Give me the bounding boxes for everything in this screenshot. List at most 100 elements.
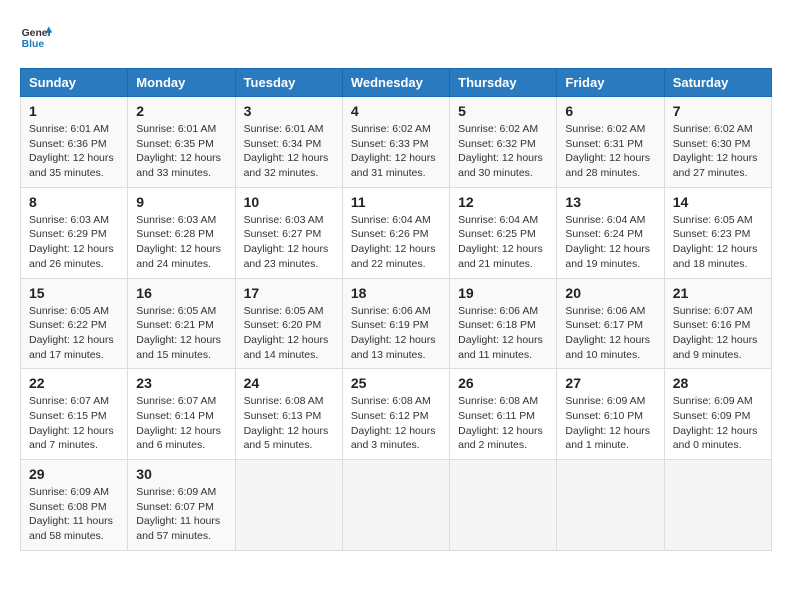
day-number: 3: [244, 103, 334, 119]
calendar-cell: 5 Sunrise: 6:02 AMSunset: 6:32 PMDaylight…: [450, 97, 557, 188]
calendar-week-3: 15 Sunrise: 6:05 AMSunset: 6:22 PMDayligh…: [21, 278, 772, 369]
day-number: 10: [244, 194, 334, 210]
calendar-cell: 3 Sunrise: 6:01 AMSunset: 6:34 PMDaylight…: [235, 97, 342, 188]
day-number: 27: [565, 375, 655, 391]
calendar-cell: 30 Sunrise: 6:09 AMSunset: 6:07 PMDayligh…: [128, 460, 235, 551]
day-detail: Sunrise: 6:01 AMSunset: 6:35 PMDaylight:…: [136, 122, 226, 181]
day-number: 25: [351, 375, 441, 391]
calendar-cell: 16Sunrise: 6:05 AMSunset: 6:21 PMDayligh…: [128, 278, 235, 369]
day-detail: Sunrise: 6:04 AMSunset: 6:26 PMDaylight:…: [351, 213, 441, 272]
col-header-friday: Friday: [557, 69, 664, 97]
day-detail: Sunrise: 6:07 AMSunset: 6:16 PMDaylight:…: [673, 304, 763, 363]
day-detail: Sunrise: 6:08 AMSunset: 6:13 PMDaylight:…: [244, 394, 334, 453]
day-number: 18: [351, 285, 441, 301]
calendar-cell: 10 Sunrise: 6:03 AMSunset: 6:27 PMDayligh…: [235, 187, 342, 278]
day-detail: Sunrise: 6:08 AMSunset: 6:11 PMDaylight:…: [458, 394, 548, 453]
day-number: 14: [673, 194, 763, 210]
calendar-cell: 18 Sunrise: 6:06 AMSunset: 6:19 PMDayligh…: [342, 278, 449, 369]
day-detail: Sunrise: 6:07 AMSunset: 6:14 PMDaylight:…: [136, 394, 226, 453]
day-number: 7: [673, 103, 763, 119]
day-detail: Sunrise: 6:03 AMSunset: 6:28 PMDaylight:…: [136, 213, 226, 272]
calendar-cell: [235, 460, 342, 551]
calendar-cell: 29 Sunrise: 6:09 AMSunset: 6:08 PMDayligh…: [21, 460, 128, 551]
day-detail: Sunrise: 6:03 AMSunset: 6:27 PMDaylight:…: [244, 213, 334, 272]
day-number: 9: [136, 194, 226, 210]
calendar-cell: 26 Sunrise: 6:08 AMSunset: 6:11 PMDayligh…: [450, 369, 557, 460]
svg-text:Blue: Blue: [22, 39, 45, 50]
col-header-saturday: Saturday: [664, 69, 771, 97]
calendar-cell: 17Sunrise: 6:05 AMSunset: 6:20 PMDayligh…: [235, 278, 342, 369]
calendar-cell: 15 Sunrise: 6:05 AMSunset: 6:22 PMDayligh…: [21, 278, 128, 369]
day-detail: Sunrise: 6:02 AMSunset: 6:32 PMDaylight:…: [458, 122, 548, 181]
calendar-cell: 24 Sunrise: 6:08 AMSunset: 6:13 PMDayligh…: [235, 369, 342, 460]
day-detail: Sunrise: 6:05 AMSunset: 6:22 PMDaylight:…: [29, 304, 119, 363]
day-number: 28: [673, 375, 763, 391]
calendar-week-4: 22 Sunrise: 6:07 AMSunset: 6:15 PMDayligh…: [21, 369, 772, 460]
col-header-wednesday: Wednesday: [342, 69, 449, 97]
day-detail: Sunrise: 6:05 AMSunset: 6:23 PMDaylight:…: [673, 213, 763, 272]
calendar-cell: 25 Sunrise: 6:08 AMSunset: 6:12 PMDayligh…: [342, 369, 449, 460]
day-number: 8: [29, 194, 119, 210]
day-number: 26: [458, 375, 548, 391]
calendar-cell: 28 Sunrise: 6:09 AMSunset: 6:09 PMDayligh…: [664, 369, 771, 460]
calendar-week-2: 8Sunrise: 6:03 AMSunset: 6:29 PMDaylight…: [21, 187, 772, 278]
day-detail: Sunrise: 6:02 AMSunset: 6:31 PMDaylight:…: [565, 122, 655, 181]
day-detail: Sunrise: 6:05 AMSunset: 6:20 PMDaylight:…: [244, 304, 334, 363]
day-detail: Sunrise: 6:09 AMSunset: 6:09 PMDaylight:…: [673, 394, 763, 453]
day-number: 21: [673, 285, 763, 301]
calendar-cell: 7 Sunrise: 6:02 AMSunset: 6:30 PMDaylight…: [664, 97, 771, 188]
day-detail: Sunrise: 6:06 AMSunset: 6:19 PMDaylight:…: [351, 304, 441, 363]
calendar-cell: [450, 460, 557, 551]
day-detail: Sunrise: 6:08 AMSunset: 6:12 PMDaylight:…: [351, 394, 441, 453]
day-number: 5: [458, 103, 548, 119]
calendar-cell: 13Sunrise: 6:04 AMSunset: 6:24 PMDayligh…: [557, 187, 664, 278]
calendar-cell: 1 Sunrise: 6:01 AMSunset: 6:36 PMDaylight…: [21, 97, 128, 188]
calendar-week-5: 29 Sunrise: 6:09 AMSunset: 6:08 PMDayligh…: [21, 460, 772, 551]
header-row: SundayMondayTuesdayWednesdayThursdayFrid…: [21, 69, 772, 97]
day-detail: Sunrise: 6:09 AMSunset: 6:07 PMDaylight:…: [136, 485, 226, 544]
day-number: 22: [29, 375, 119, 391]
calendar-cell: 9 Sunrise: 6:03 AMSunset: 6:28 PMDaylight…: [128, 187, 235, 278]
day-number: 19: [458, 285, 548, 301]
day-detail: Sunrise: 6:02 AMSunset: 6:30 PMDaylight:…: [673, 122, 763, 181]
calendar-cell: 19Sunrise: 6:06 AMSunset: 6:18 PMDayligh…: [450, 278, 557, 369]
day-number: 20: [565, 285, 655, 301]
calendar-cell: 6Sunrise: 6:02 AMSunset: 6:31 PMDaylight…: [557, 97, 664, 188]
day-number: 30: [136, 466, 226, 482]
col-header-tuesday: Tuesday: [235, 69, 342, 97]
calendar-cell: [342, 460, 449, 551]
calendar-cell: 27 Sunrise: 6:09 AMSunset: 6:10 PMDayligh…: [557, 369, 664, 460]
day-number: 2: [136, 103, 226, 119]
day-number: 12: [458, 194, 548, 210]
calendar-cell: 22 Sunrise: 6:07 AMSunset: 6:15 PMDayligh…: [21, 369, 128, 460]
calendar-table: SundayMondayTuesdayWednesdayThursdayFrid…: [20, 68, 772, 551]
calendar-cell: 20 Sunrise: 6:06 AMSunset: 6:17 PMDayligh…: [557, 278, 664, 369]
calendar-cell: 21 Sunrise: 6:07 AMSunset: 6:16 PMDayligh…: [664, 278, 771, 369]
day-number: 4: [351, 103, 441, 119]
day-detail: Sunrise: 6:04 AMSunset: 6:25 PMDaylight:…: [458, 213, 548, 272]
calendar-cell: 23 Sunrise: 6:07 AMSunset: 6:14 PMDayligh…: [128, 369, 235, 460]
calendar-cell: 4Sunrise: 6:02 AMSunset: 6:33 PMDaylight…: [342, 97, 449, 188]
calendar-cell: 2 Sunrise: 6:01 AMSunset: 6:35 PMDaylight…: [128, 97, 235, 188]
day-detail: Sunrise: 6:01 AMSunset: 6:34 PMDaylight:…: [244, 122, 334, 181]
day-detail: Sunrise: 6:04 AMSunset: 6:24 PMDaylight:…: [565, 213, 655, 272]
day-detail: Sunrise: 6:06 AMSunset: 6:17 PMDaylight:…: [565, 304, 655, 363]
logo: General Blue: [20, 20, 56, 52]
col-header-monday: Monday: [128, 69, 235, 97]
day-number: 24: [244, 375, 334, 391]
day-number: 16: [136, 285, 226, 301]
day-detail: Sunrise: 6:01 AMSunset: 6:36 PMDaylight:…: [29, 122, 119, 181]
calendar-cell: [557, 460, 664, 551]
day-number: 29: [29, 466, 119, 482]
day-detail: Sunrise: 6:09 AMSunset: 6:08 PMDaylight:…: [29, 485, 119, 544]
calendar-cell: 8Sunrise: 6:03 AMSunset: 6:29 PMDaylight…: [21, 187, 128, 278]
calendar-cell: [664, 460, 771, 551]
day-detail: Sunrise: 6:07 AMSunset: 6:15 PMDaylight:…: [29, 394, 119, 453]
day-number: 23: [136, 375, 226, 391]
day-detail: Sunrise: 6:09 AMSunset: 6:10 PMDaylight:…: [565, 394, 655, 453]
day-number: 11: [351, 194, 441, 210]
day-number: 15: [29, 285, 119, 301]
calendar-week-1: 1 Sunrise: 6:01 AMSunset: 6:36 PMDaylight…: [21, 97, 772, 188]
calendar-cell: 14 Sunrise: 6:05 AMSunset: 6:23 PMDayligh…: [664, 187, 771, 278]
day-number: 1: [29, 103, 119, 119]
